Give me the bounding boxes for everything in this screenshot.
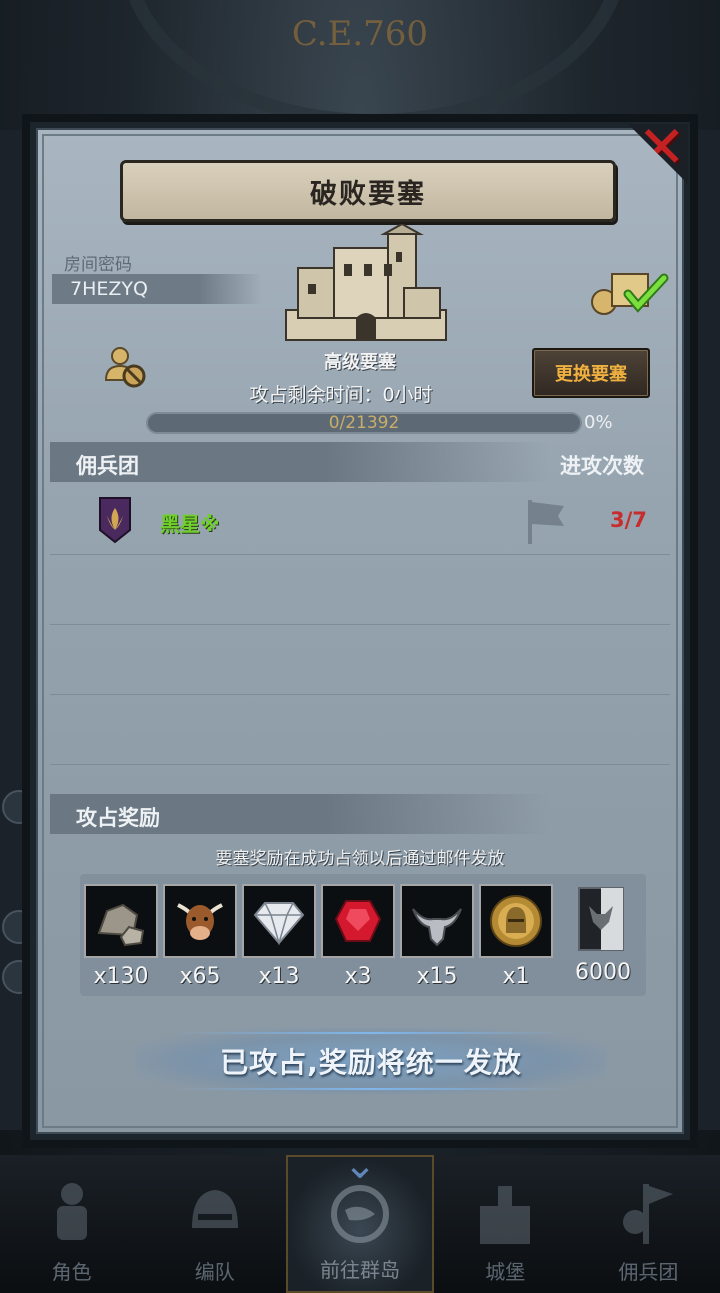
reward-qty: x3 — [344, 964, 372, 989]
mercenary-attack-count: 3/7 — [610, 508, 647, 532]
mercenary-icon — [623, 1184, 674, 1244]
reward-item[interactable]: 6000 — [566, 884, 640, 985]
reward-qty: x15 — [416, 964, 458, 989]
mercenary-name: 黑星※ — [160, 512, 220, 536]
capture-progress-text: 0/21392 — [328, 413, 400, 433]
room-code-value[interactable]: 7HEZYQ — [70, 278, 148, 300]
knight-icon — [56, 1183, 87, 1240]
reward-slot — [84, 884, 158, 958]
nav-label: 佣兵团 — [618, 1260, 679, 1284]
close-icon: ✕ — [637, 113, 686, 181]
flag-icon — [528, 500, 564, 544]
reward-chest-icon[interactable] — [590, 268, 670, 318]
reward-header: 攻占奖励 — [76, 806, 160, 830]
reward-note: 要塞奖励在成功占领以后通过邮件发放 — [215, 849, 505, 869]
title-banner: 破败要塞 — [120, 160, 616, 222]
room-code-label: 房间密码 — [64, 255, 132, 275]
reward-item[interactable]: x3 — [321, 884, 395, 989]
castle-icon — [480, 1186, 531, 1244]
reward-item[interactable]: x15 — [400, 884, 474, 989]
nav-label: 前往群岛 — [320, 1258, 400, 1282]
status-banner: 已攻占,奖励将统一发放 — [136, 1028, 606, 1094]
reward-qty: x130 — [93, 964, 149, 989]
knight-medal-icon — [490, 895, 542, 947]
horn-icon — [412, 908, 462, 947]
fortress-icon — [285, 224, 447, 341]
ruby-icon — [334, 900, 382, 942]
reward-item[interactable]: x13 — [242, 884, 316, 989]
reward-qty: 6000 — [575, 960, 631, 985]
nav-item-islands[interactable]: ⌄ 前往群岛 — [286, 1145, 434, 1293]
close-button[interactable]: ✕ — [628, 124, 688, 184]
nav-label: 城堡 — [485, 1260, 526, 1284]
stone-icon — [97, 903, 145, 947]
reward-slot — [566, 884, 636, 954]
cow-icon — [177, 903, 223, 940]
globe-icon — [331, 1185, 389, 1243]
reward-slot — [400, 884, 474, 958]
nav-item-mercenary[interactable]: 佣兵团 — [577, 1155, 720, 1293]
nav-item-castle[interactable]: 城堡 — [434, 1155, 577, 1293]
helmet-icon — [191, 1190, 238, 1228]
change-fortress-label: 更换要塞 — [555, 364, 627, 385]
divider — [50, 624, 670, 625]
fortress-dialog: ✕ 破败要塞 房间密码 7HEZYQ 高级要塞 攻占剩余时间：0小时 更换要塞 … — [30, 122, 690, 1140]
nav-label: 角色 — [51, 1260, 92, 1284]
divider — [50, 764, 670, 765]
reward-slot — [242, 884, 316, 958]
year-label: C.E.760 — [291, 14, 429, 54]
status-banner-text: 已攻占,奖励将统一发放 — [220, 1046, 522, 1079]
reward-qty: x13 — [258, 964, 300, 989]
reward-slot — [479, 884, 553, 958]
attack-count-header: 进攻次数 — [560, 454, 644, 478]
bottom-nav: 角色 编队 ⌄ 前往群岛 城堡 佣兵团 — [0, 1145, 720, 1293]
nav-item-formation[interactable]: 编队 — [143, 1155, 286, 1293]
reward-qty: x1 — [502, 964, 530, 989]
reward-item[interactable]: x130 — [84, 884, 158, 989]
diamond-icon — [253, 902, 305, 946]
change-fortress-button[interactable]: 更换要塞 — [532, 348, 650, 398]
mercenary-header: 佣兵团 — [76, 454, 139, 478]
divider — [50, 554, 670, 555]
reward-slot — [321, 884, 395, 958]
banner-badge-icon — [578, 887, 624, 951]
capture-progress-percent: 0% — [584, 412, 613, 433]
reward-item[interactable]: x1 — [479, 884, 553, 989]
nav-label: 编队 — [194, 1260, 235, 1284]
reward-item[interactable]: x65 — [163, 884, 237, 989]
dialog-title: 破败要塞 — [310, 178, 426, 210]
reward-qty: x65 — [179, 964, 221, 989]
nav-item-character[interactable]: 角色 — [0, 1155, 143, 1293]
divider — [50, 694, 670, 695]
mercenary-emblem-icon — [99, 497, 131, 544]
reward-slot — [163, 884, 237, 958]
